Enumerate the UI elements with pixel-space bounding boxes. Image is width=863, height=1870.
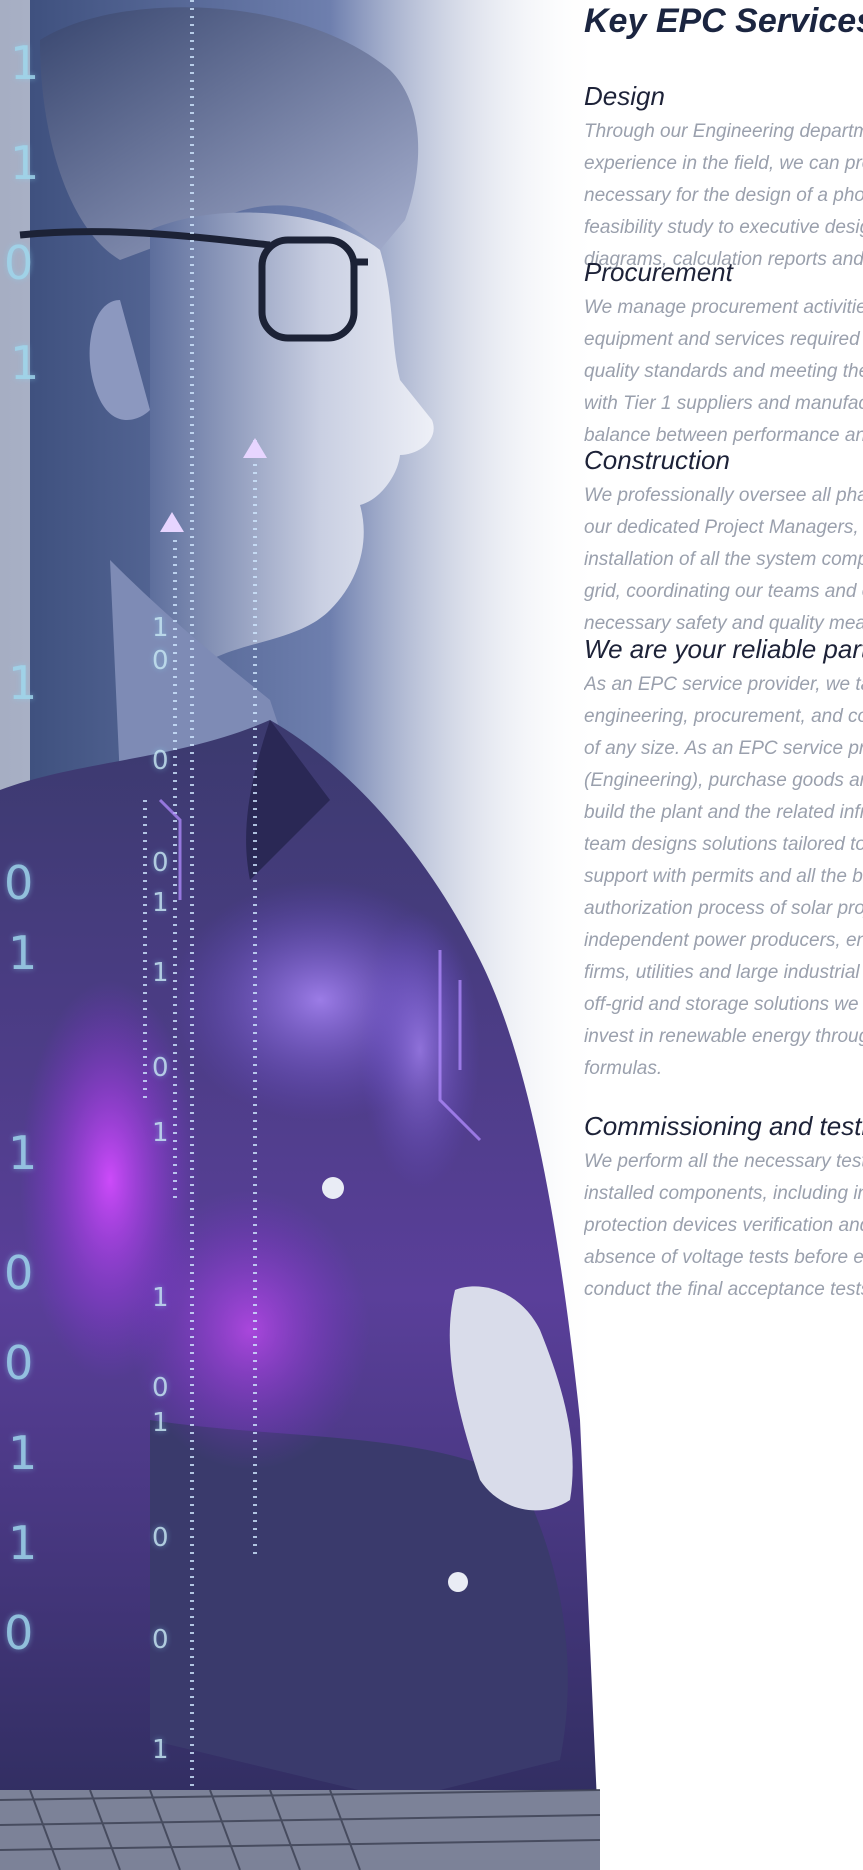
binary-digit: 0 xyxy=(4,1246,34,1300)
binary-digit: 1 xyxy=(152,1735,169,1765)
binary-digit: 1 xyxy=(10,136,40,190)
binary-digit: 1 xyxy=(8,1126,38,1180)
page: 1 1 0 1 1 0 1 1 0 0 1 1 0 1 0 0 0 1 1 0 … xyxy=(0,0,863,1870)
binary-digit: 0 xyxy=(152,646,169,676)
binary-digit: 0 xyxy=(4,856,34,910)
section-heading: Procurement xyxy=(584,257,733,287)
section-procurement: Procurement We manage procurement activi… xyxy=(584,256,863,452)
binary-digit: 1 xyxy=(152,888,169,918)
binary-digit: 1 xyxy=(152,1408,169,1438)
binary-digit: 0 xyxy=(152,1053,169,1083)
binary-digit: 0 xyxy=(4,236,34,290)
section-heading: Design xyxy=(584,81,665,111)
binary-digit: 0 xyxy=(152,746,169,776)
section-body: As an EPC service provider, we take full… xyxy=(584,674,863,1079)
binary-digit: 0 xyxy=(4,1336,34,1390)
page-title: Key EPC Services xyxy=(584,2,863,40)
section-heading: Construction xyxy=(584,445,730,475)
section-heading: We are your reliable partner xyxy=(584,634,863,664)
section-body: We perform all the necessary tests and i… xyxy=(584,1151,863,1300)
binary-digit: 1 xyxy=(10,36,40,90)
binary-digit: 1 xyxy=(10,336,40,390)
binary-digit: 0 xyxy=(152,1625,169,1655)
binary-digit: 1 xyxy=(152,613,169,643)
binary-digit: 1 xyxy=(8,1516,38,1570)
section-construction: Construction We professionally oversee a… xyxy=(584,444,863,640)
binary-digit: 1 xyxy=(8,926,38,980)
portrait-illustration xyxy=(0,0,600,1870)
hero-image: 1 1 0 1 1 0 1 1 0 0 1 1 0 1 0 0 0 1 1 0 … xyxy=(0,0,600,1870)
binary-digit: 1 xyxy=(8,656,38,710)
binary-digit: 0 xyxy=(4,1606,34,1660)
section-reliable-partner: We are your reliable partner As an EPC s… xyxy=(584,633,863,1085)
section-commissioning: Commissioning and testing We perform all… xyxy=(584,1110,863,1306)
binary-digit: 1 xyxy=(8,1426,38,1480)
section-body: We professionally oversee all phases of … xyxy=(584,485,863,634)
binary-digit: 0 xyxy=(152,848,169,878)
section-heading: Commissioning and testing xyxy=(584,1111,863,1141)
binary-digit: 1 xyxy=(152,1118,169,1148)
section-body: Through our Engineering department and o… xyxy=(584,121,863,270)
binary-digit: 0 xyxy=(152,1523,169,1553)
binary-digit: 1 xyxy=(152,958,169,988)
section-body: We manage procurement activities, purcha… xyxy=(584,297,863,446)
services-content: Key EPC Services Design Through our Engi… xyxy=(584,0,863,1870)
binary-digit: 1 xyxy=(152,1283,169,1313)
section-design: Design Through our Engineering departmen… xyxy=(584,80,863,276)
binary-digit: 0 xyxy=(152,1373,169,1403)
